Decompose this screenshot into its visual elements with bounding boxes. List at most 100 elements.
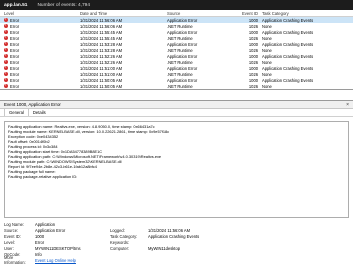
opcode-value: Info bbox=[35, 251, 42, 257]
source-cell: Application Error bbox=[167, 17, 198, 23]
column-date[interactable]: Date and Time bbox=[80, 11, 167, 16]
source-cell: Application Error bbox=[167, 77, 198, 83]
source-value: Application Error bbox=[35, 227, 66, 233]
error-icon bbox=[4, 41, 8, 46]
source-cell: Application Error bbox=[167, 29, 198, 35]
log-name: app.lan.51 bbox=[4, 2, 28, 8]
source-cell: .NET Runtime bbox=[167, 71, 193, 77]
source-cell: Application Error bbox=[167, 53, 198, 59]
task-cell: None bbox=[262, 23, 272, 29]
log-name-label: Log Name: bbox=[4, 221, 25, 227]
event-detail-pane: Event 1000, Application Error × General … bbox=[0, 100, 353, 265]
column-level[interactable]: Level bbox=[0, 11, 80, 16]
level-cell: Error bbox=[0, 77, 80, 83]
level-text: Error bbox=[10, 17, 20, 23]
level-text: Error bbox=[10, 71, 20, 77]
level-cell: Error bbox=[0, 71, 80, 77]
task-cell: Application Crashing Events bbox=[262, 17, 314, 23]
date-cell: 1/31/2024 11:52:26 AM bbox=[80, 59, 123, 65]
task-cell: Application Crashing Events bbox=[262, 41, 314, 47]
tab-general[interactable]: General bbox=[4, 108, 29, 116]
keywords-label: Keywords: bbox=[110, 239, 130, 245]
task-cell: Application Crashing Events bbox=[262, 77, 314, 83]
event-id-cell: 1000 bbox=[248, 17, 258, 23]
table-row[interactable]: Error 1/31/2024 11:52:26 AM .NET Runtime 10… bbox=[0, 59, 353, 65]
event-id-label: Event ID: bbox=[4, 233, 21, 239]
table-row[interactable]: Error 1/31/2024 11:51:00 AM Application Er… bbox=[0, 65, 353, 71]
date-cell: 1/31/2024 11:53:28 AM bbox=[80, 47, 123, 53]
level-cell: Error bbox=[0, 65, 80, 71]
event-id-cell: 1000 bbox=[248, 65, 258, 71]
event-grid: Level Date and Time Source Event ID Task… bbox=[0, 10, 353, 90]
table-row[interactable]: Error 1/31/2024 11:53:28 AM .NET Runtime 10… bbox=[0, 47, 353, 53]
logged-label: Logged: bbox=[110, 227, 125, 233]
level-cell: Error bbox=[0, 83, 80, 89]
level-text: Error bbox=[10, 53, 20, 59]
task-cell: None bbox=[262, 83, 272, 89]
source-cell: .NET Runtime bbox=[167, 47, 193, 53]
grid-header: Level Date and Time Source Event ID Task… bbox=[0, 10, 353, 17]
table-row[interactable]: Error 1/31/2024 11:55:45 AM Application Er… bbox=[0, 29, 353, 35]
table-row[interactable]: Error 1/31/2024 11:50:05 AM Application Er… bbox=[0, 77, 353, 83]
title-bar: app.lan.51 Number of events: 4,794 bbox=[0, 0, 353, 10]
table-row[interactable]: Error 1/31/2024 11:51:00 AM .NET Runtime 10… bbox=[0, 71, 353, 77]
date-cell: 1/31/2024 11:51:00 AM bbox=[80, 71, 123, 77]
level-cell: Error bbox=[0, 53, 80, 59]
level-cell: Error bbox=[0, 35, 80, 41]
error-icon bbox=[4, 83, 8, 88]
event-id-cell: 1026 bbox=[248, 35, 258, 41]
column-source[interactable]: Source bbox=[167, 11, 233, 16]
level-text: Error bbox=[10, 23, 20, 29]
error-icon bbox=[4, 17, 8, 22]
table-row[interactable]: Error 1/31/2024 11:53:28 AM Application Er… bbox=[0, 41, 353, 47]
level-text: Error bbox=[10, 47, 20, 53]
date-cell: 1/31/2024 11:52:26 AM bbox=[80, 53, 123, 59]
more-info-label: More Information: bbox=[4, 255, 26, 265]
event-id-value: 1000 bbox=[35, 233, 45, 239]
level-text: Error bbox=[10, 29, 20, 35]
detail-title: Event 1000, Application Error bbox=[4, 102, 61, 107]
column-event-id[interactable]: Event ID bbox=[233, 11, 262, 16]
event-id-cell: 1000 bbox=[248, 53, 258, 59]
log-name-value: Application bbox=[35, 221, 56, 227]
source-cell: Application Error bbox=[167, 65, 198, 71]
close-icon[interactable]: × bbox=[346, 102, 349, 108]
event-id-cell: 1000 bbox=[248, 77, 258, 83]
table-row[interactable]: Error 1/31/2024 11:55:45 AM .NET Runtime 10… bbox=[0, 35, 353, 41]
source-cell: .NET Runtime bbox=[167, 35, 193, 41]
source-cell: Application Error bbox=[167, 41, 198, 47]
table-row[interactable]: Error 1/31/2024 11:56:06 AM Application Er… bbox=[0, 17, 353, 23]
event-log-help-link[interactable]: Event Log Online Help bbox=[35, 258, 110, 263]
table-row[interactable]: Error 1/31/2024 11:50:05 AM .NET Runtime 10… bbox=[0, 83, 353, 89]
source-cell: .NET Runtime bbox=[167, 23, 193, 29]
level-cell: Error bbox=[0, 23, 80, 29]
level-cell: Error bbox=[0, 41, 80, 47]
date-cell: 1/31/2024 11:50:05 AM bbox=[80, 77, 123, 83]
level-text: Error bbox=[10, 65, 20, 71]
date-cell: 1/31/2024 11:55:45 AM bbox=[80, 35, 123, 41]
level-value: Error bbox=[35, 239, 45, 245]
date-cell: 1/31/2024 11:53:28 AM bbox=[80, 41, 123, 47]
level-text: Error bbox=[10, 35, 20, 41]
task-cell: Application Crashing Events bbox=[262, 53, 314, 59]
error-icon bbox=[4, 59, 8, 64]
table-row[interactable]: Error 1/31/2024 11:56:06 AM .NET Runtime 10… bbox=[0, 23, 353, 29]
level-cell: Error bbox=[0, 59, 80, 65]
level-text: Error bbox=[10, 83, 20, 89]
error-icon bbox=[4, 29, 8, 34]
column-task[interactable]: Task Category bbox=[262, 11, 353, 16]
event-description[interactable]: Faulting application name: Realtvs.exe, … bbox=[4, 121, 349, 218]
event-id-cell: 1026 bbox=[248, 47, 258, 53]
error-icon bbox=[4, 23, 8, 28]
level-text: Error bbox=[10, 59, 20, 65]
task-category-value: Application Crashing Events bbox=[148, 233, 200, 239]
source-cell: .NET Runtime bbox=[167, 59, 193, 65]
table-row[interactable]: Error 1/31/2024 11:52:26 AM Application Er… bbox=[0, 53, 353, 59]
level-text: Error bbox=[10, 77, 20, 83]
event-count: Number of events: 4,794 bbox=[37, 2, 90, 8]
tab-details[interactable]: Details bbox=[29, 109, 50, 116]
event-id-cell: 1026 bbox=[248, 59, 258, 65]
error-icon bbox=[4, 71, 8, 76]
error-icon bbox=[4, 53, 8, 58]
date-cell: 1/31/2024 11:50:05 AM bbox=[80, 83, 123, 89]
